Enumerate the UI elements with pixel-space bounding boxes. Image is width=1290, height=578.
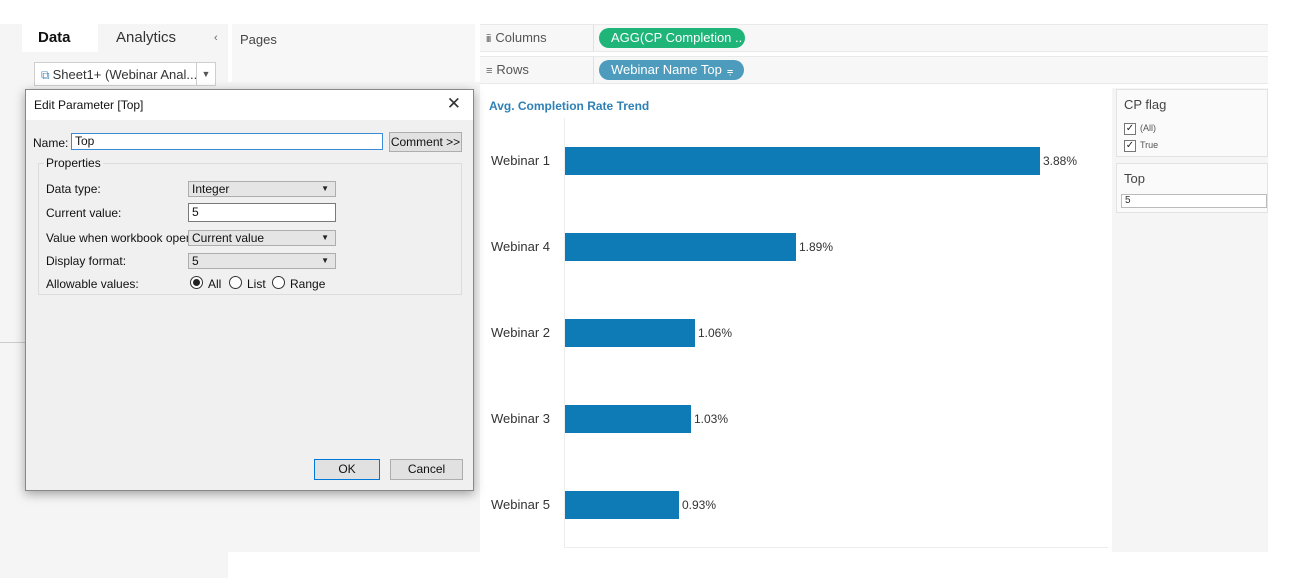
edit-parameter-dialog: Edit Parameter [Top] ✕ Name: Top Comment… <box>25 89 474 491</box>
divider <box>593 57 594 83</box>
properties-label: Properties <box>44 156 103 170</box>
axis-line <box>564 547 1108 548</box>
checkbox-checked-icon[interactable]: ✓ <box>1124 122 1136 135</box>
row-label: Webinar 5 <box>491 497 551 512</box>
display-format-label: Display format: <box>46 254 127 268</box>
ok-button[interactable]: OK <box>314 459 380 480</box>
rows-shelf-label: ≡ Rows <box>486 62 529 77</box>
bar[interactable] <box>565 319 695 347</box>
radio-all[interactable] <box>190 276 203 289</box>
columns-shelf[interactable]: iii Columns AGG(CP Completion .. <box>480 24 1268 52</box>
filter-shelf <box>1112 88 1268 552</box>
name-input[interactable]: Top <box>71 133 383 150</box>
data-label: 1.89% <box>799 240 834 254</box>
dialog-title: Edit Parameter [Top] <box>34 98 144 112</box>
rows-pill-label: Webinar Name Top <box>611 62 722 77</box>
top-parameter-card: Top 5 <box>1116 163 1268 213</box>
close-icon[interactable]: ✕ <box>447 94 461 114</box>
datasource-label: Sheet1+ (Webinar Anal... <box>52 67 198 82</box>
rows-pill[interactable]: Webinar Name Top ⩦ <box>599 60 744 80</box>
chevron-down-icon: ▼ <box>321 184 329 193</box>
data-type-value: Integer <box>192 182 230 196</box>
columns-label: Columns <box>495 30 547 45</box>
cancel-button[interactable]: Cancel <box>390 459 463 480</box>
radio-all-label[interactable]: All <box>208 277 221 291</box>
radio-list[interactable] <box>229 276 242 289</box>
allowable-values-label: Allowable values: <box>46 277 139 291</box>
row-label: Webinar 3 <box>491 411 551 426</box>
current-value-label: Current value: <box>46 206 122 220</box>
row-label: Webinar 2 <box>491 325 551 340</box>
current-value-input[interactable]: 5 <box>188 203 336 222</box>
chevron-left-icon[interactable]: ‹ <box>214 32 218 44</box>
divider <box>593 25 594 51</box>
filter-option-label: (All) <box>1140 123 1156 133</box>
columns-pill[interactable]: AGG(CP Completion .. <box>599 28 745 48</box>
chart-title: Avg. Completion Rate Trend <box>489 99 650 113</box>
rows-icon: ≡ <box>486 65 493 77</box>
bar[interactable] <box>565 405 691 433</box>
pages-card[interactable]: Pages <box>232 24 475 82</box>
rows-shelf[interactable]: ≡ Rows Webinar Name Top ⩦ <box>480 56 1268 84</box>
datasource-select[interactable]: ⧉ Sheet1+ (Webinar Anal... ▼ <box>34 62 216 86</box>
data-label: 0.93% <box>682 498 717 512</box>
checkbox-checked-icon[interactable]: ✓ <box>1124 139 1136 152</box>
radio-list-label[interactable]: List <box>247 277 266 291</box>
data-label: 3.88% <box>1043 154 1078 168</box>
name-label: Name: <box>33 136 69 150</box>
row-label: Webinar 1 <box>491 153 551 168</box>
cp-flag-title: CP flag <box>1124 97 1167 112</box>
row-label: Webinar 4 <box>491 239 551 254</box>
radio-range[interactable] <box>272 276 285 289</box>
divider <box>0 342 26 343</box>
filter-option-label: True <box>1140 140 1159 150</box>
bar[interactable] <box>565 491 679 519</box>
display-format-value: 5 <box>192 254 199 268</box>
bar[interactable] <box>565 147 1040 175</box>
pages-title: Pages <box>240 32 277 47</box>
top-parameter-input[interactable]: 5 <box>1121 194 1267 208</box>
bar[interactable] <box>565 233 796 261</box>
workbook-opens-dropdown[interactable]: Current value ▼ <box>188 230 336 246</box>
dialog-titlebar: Edit Parameter [Top] ✕ <box>26 90 473 120</box>
datasource-icon: ⧉ <box>41 68 50 82</box>
chart-view: Avg. Completion Rate Trend Webinar 1 3.88… <box>480 88 1112 552</box>
data-type-label: Data type: <box>46 182 101 196</box>
tab-data[interactable]: Data <box>22 24 98 52</box>
data-label: 1.06% <box>698 326 733 340</box>
top-parameter-title: Top <box>1124 171 1145 186</box>
radio-selected-dot <box>193 279 200 286</box>
display-format-dropdown[interactable]: 5 ▼ <box>188 253 336 269</box>
radio-range-label[interactable]: Range <box>290 277 325 291</box>
data-label: 1.03% <box>694 412 729 426</box>
chevron-down-icon[interactable]: ▼ <box>196 63 215 85</box>
columns-shelf-label: iii Columns <box>486 30 547 45</box>
rows-label: Rows <box>496 62 529 77</box>
workbook-opens-label: Value when workbook opens: <box>46 231 202 245</box>
workbook-opens-value: Current value <box>192 231 265 245</box>
columns-icon: iii <box>486 33 491 45</box>
filter-option-all[interactable]: ✓ (All) <box>1124 121 1156 135</box>
filter-option-true[interactable]: ✓ True <box>1124 138 1158 152</box>
chevron-down-icon: ▼ <box>321 233 329 242</box>
chevron-down-icon: ▼ <box>321 256 329 265</box>
tab-analytics[interactable]: Analytics <box>98 24 208 52</box>
cp-flag-filter-card: CP flag ✓ (All) ✓ True <box>1116 89 1268 157</box>
sort-icon: ⩦ <box>726 65 734 77</box>
data-type-dropdown[interactable]: Integer ▼ <box>188 181 336 197</box>
comment-button[interactable]: Comment >> <box>389 132 462 152</box>
